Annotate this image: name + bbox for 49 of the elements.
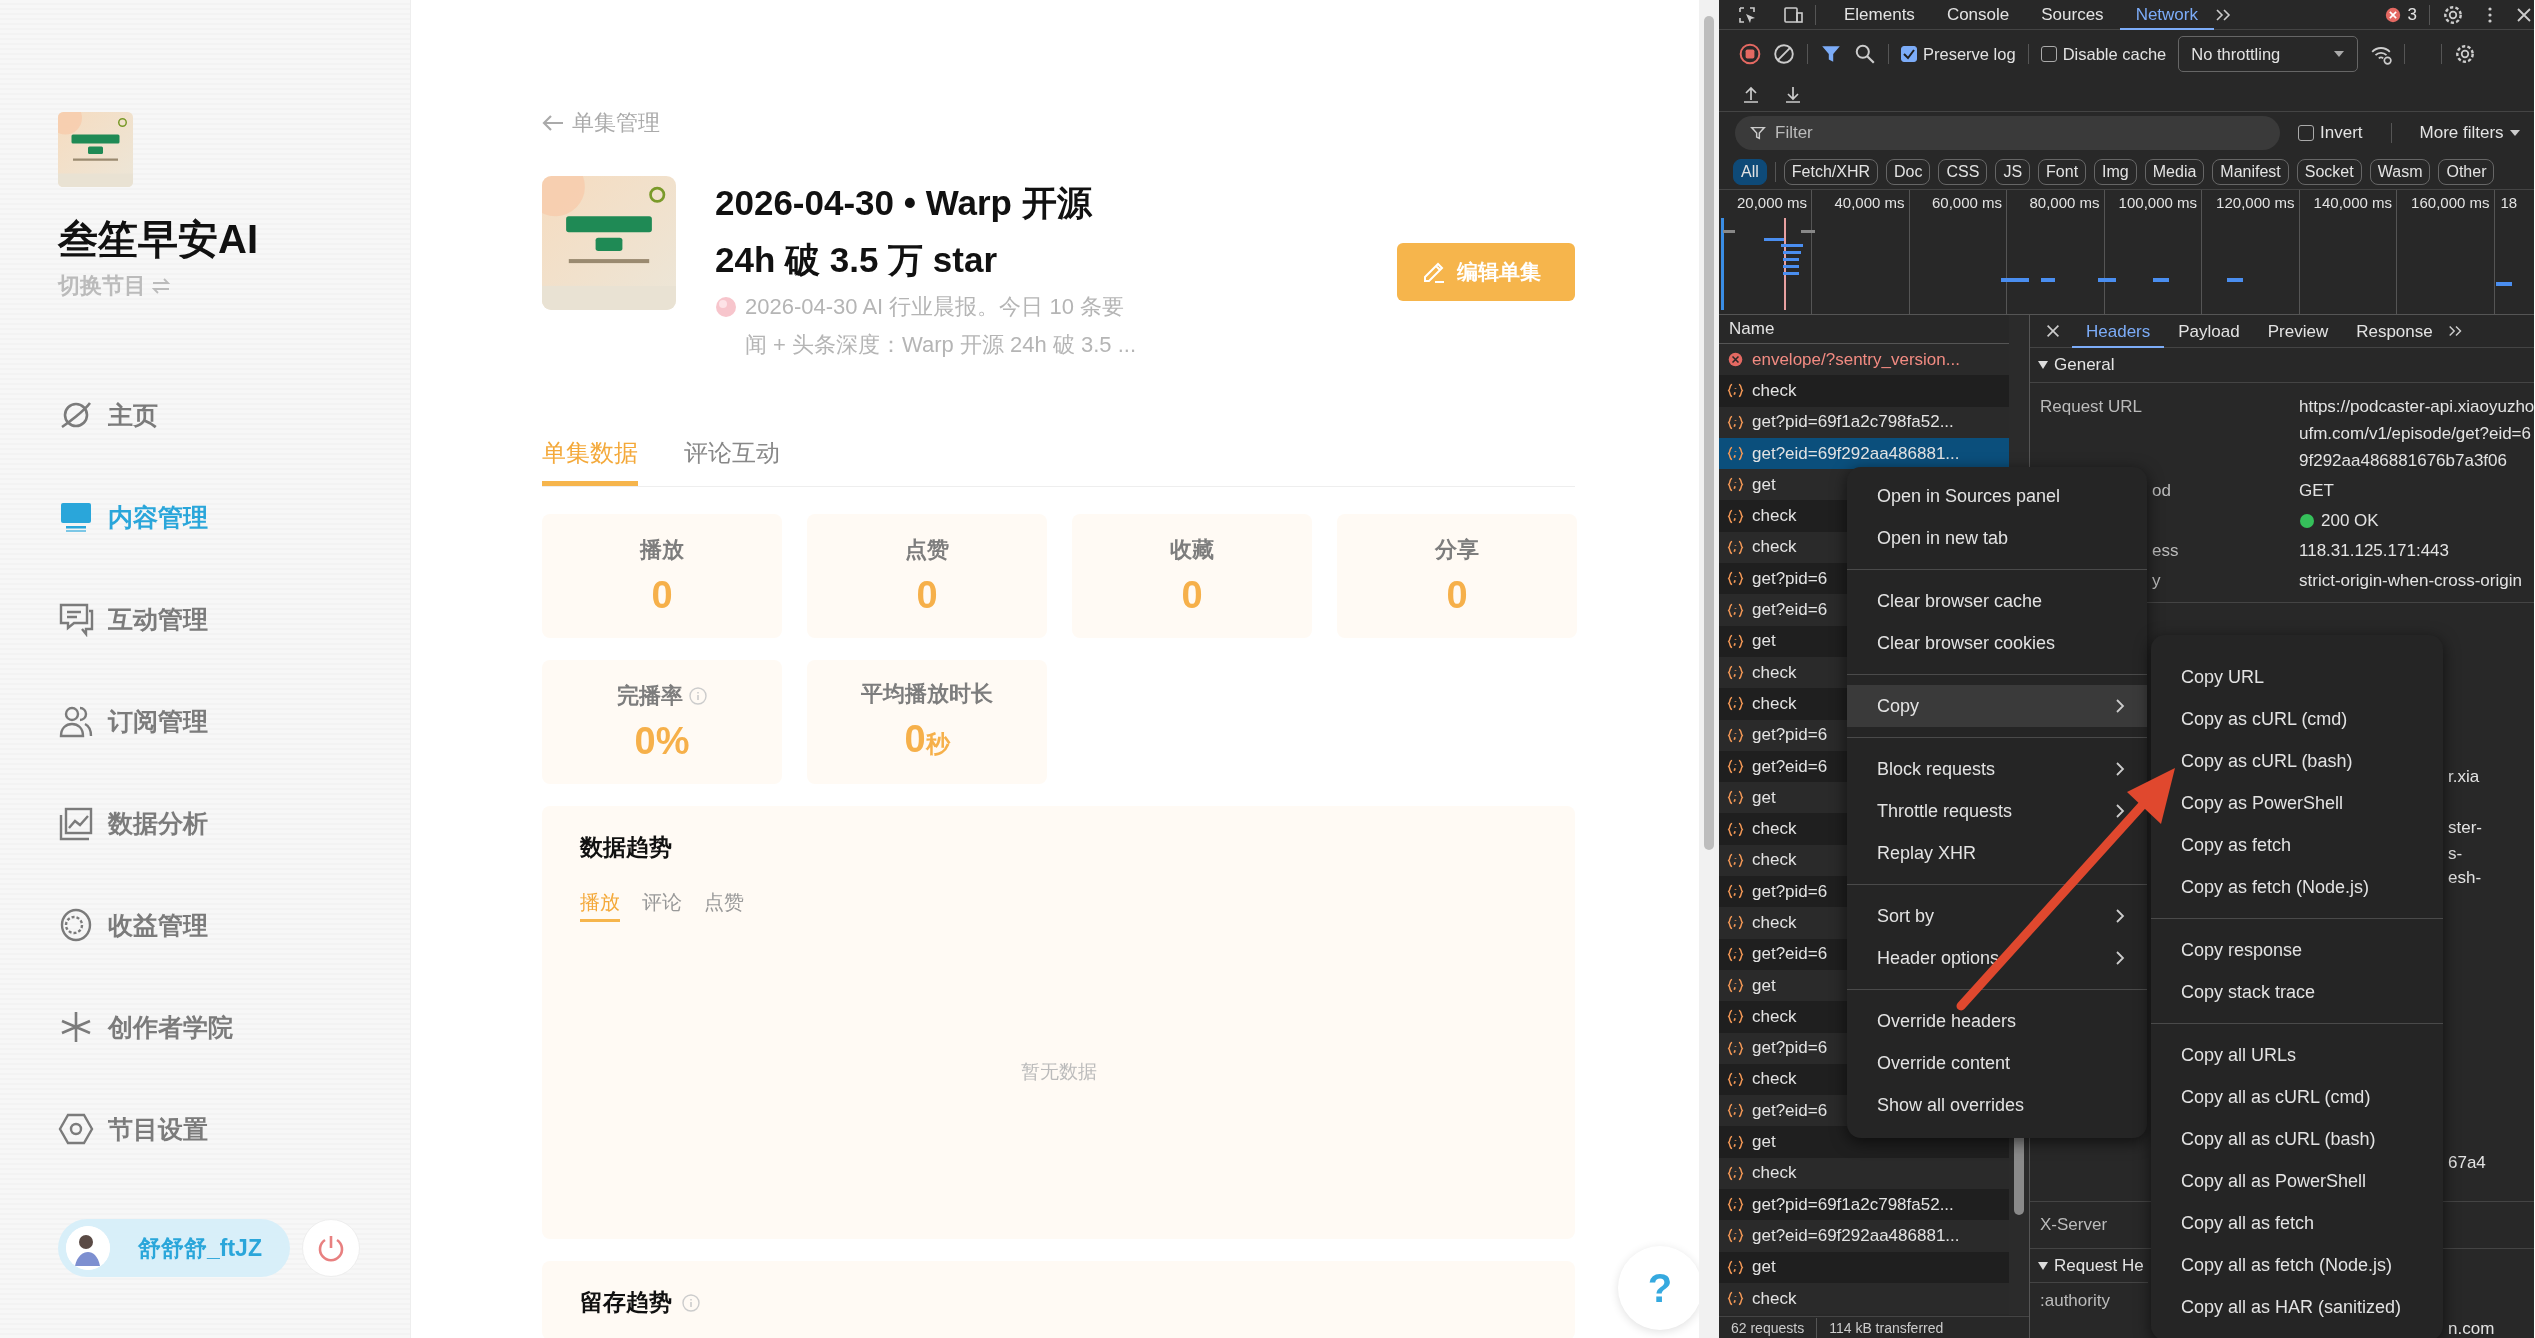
header-text-fragment: 67a4 — [2448, 1153, 2486, 1173]
header-text-fragment: n.com — [2448, 1319, 2495, 1338]
header-name: ess — [2151, 540, 2180, 562]
stat-label: 分享 — [1435, 536, 1479, 564]
header-name: X-Server — [2040, 1215, 2108, 1235]
tick-label: 20,000 ms — [1736, 194, 1807, 211]
header-value: 200 OK — [2321, 510, 2379, 532]
checkbox-label: Disable cache — [2062, 44, 2167, 64]
header-text-fragment: s- — [2448, 844, 2463, 864]
header-text-fragment: r.xia — [2448, 767, 2480, 787]
stat-label: 播放 — [640, 536, 684, 564]
transfer-size: 114 kB transferred — [1829, 1319, 1944, 1336]
request-count: 62 requests — [1731, 1319, 1805, 1336]
panel-title: 数据趋势 — [580, 833, 672, 862]
empty-message: 暂无数据 — [1020, 1060, 1097, 1084]
header-text-fragment: ster- — [2448, 818, 2482, 838]
tick-label: 160,000 ms — [2411, 194, 2490, 211]
stat-value: 0 — [916, 573, 938, 617]
header-value: strict-origin-when-cross-origin — [2299, 570, 2523, 592]
stat-value: 0秒 — [904, 716, 950, 762]
header-name: :authority — [2040, 1291, 2110, 1310]
header-value: 118.31.125.171:443 — [2299, 540, 2450, 562]
tick-label: 80,000 ms — [2029, 194, 2100, 211]
header-value: https://podcaster-api.xiaoyuzhoufm.com/v1/episode/get?eid=69f292aa486881676b7a3f06 — [2299, 396, 2534, 472]
tick-label: 40,000 ms — [1834, 194, 1905, 211]
stat-value: 0 — [651, 573, 673, 617]
tick-label: 120,000 ms — [2216, 194, 2295, 211]
stat-label: 平均播放时长 — [861, 679, 993, 708]
episode-description: 2026-04-30 AI 行业晨报。今日 10 条要闻 + 头条深度：Warp 开源 24h 破 3.5 ... — [745, 293, 1137, 359]
tick-label: 100,000 ms — [2118, 194, 2197, 211]
tick-label: 60,000 ms — [1931, 194, 2002, 211]
show-title: 叁笙早安AI — [58, 216, 259, 263]
checkbox-label: Invert — [2320, 123, 2363, 143]
header-name: Request URL — [2040, 396, 2144, 418]
tick-label: 140,000 ms — [2313, 194, 2392, 211]
header-text-fragment: esh- — [2448, 868, 2482, 888]
stat-label: 点赞 — [905, 536, 949, 564]
episode-title: 2026-04-30 • Warp 开源 24h 破 3.5 万 star — [715, 182, 1093, 281]
stat-value: 0 — [1181, 573, 1203, 617]
checkbox-label: Preserve log — [1923, 44, 2016, 64]
panel-title: 留存趋势 — [580, 1288, 672, 1317]
error-count: 3 — [2407, 4, 2417, 25]
header-name: y — [2151, 570, 2162, 592]
tick-label: 18 — [2500, 194, 2518, 211]
stat-value: 0% — [634, 719, 690, 763]
stat-label: 完播率 — [617, 682, 683, 710]
stat-label: 收藏 — [1170, 536, 1214, 564]
header-value: GET — [2299, 480, 2335, 502]
stat-value: 0 — [1446, 573, 1468, 617]
